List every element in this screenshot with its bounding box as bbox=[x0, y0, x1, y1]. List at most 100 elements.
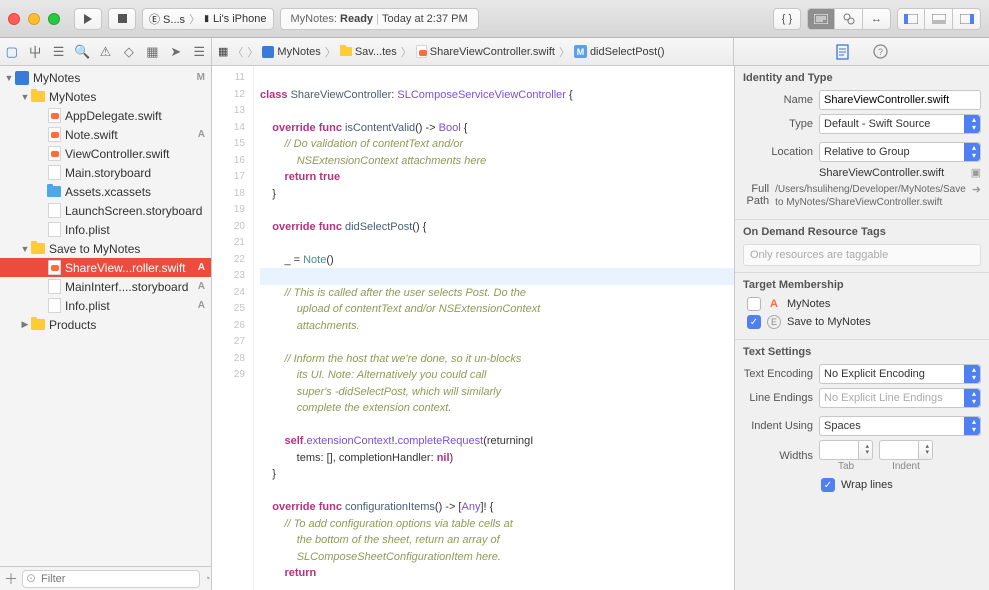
source-editor[interactable]: 11121314151617181920212223242526272829 c… bbox=[212, 66, 734, 590]
tree-row-appdelegate-swift[interactable]: AppDelegate.swift bbox=[0, 106, 211, 125]
tree-row-products[interactable]: ▶Products bbox=[0, 315, 211, 334]
related-items-icon[interactable]: ▦ bbox=[218, 45, 228, 58]
code-area[interactable]: class ShareViewController: SLComposeServ… bbox=[254, 66, 734, 590]
tree-row-mynotes[interactable]: ▼MyNotesM bbox=[0, 68, 211, 87]
line-endings-label: Line Endings bbox=[743, 392, 813, 404]
tree-row-info-plist[interactable]: Info.plistA bbox=[0, 296, 211, 315]
close-window-button[interactable] bbox=[8, 13, 20, 25]
target-membership-header: Target Membership bbox=[743, 279, 981, 291]
name-field[interactable] bbox=[819, 90, 981, 110]
odr-header: On Demand Resource Tags bbox=[743, 226, 981, 238]
tree-row-viewcontroller-swift[interactable]: ViewController.swift bbox=[0, 144, 211, 163]
minimize-window-button[interactable] bbox=[28, 13, 40, 25]
forward-icon[interactable]: 〉 bbox=[247, 44, 258, 60]
tree-row-save-to-mynotes[interactable]: ▼Save to MyNotes bbox=[0, 239, 211, 258]
inspector-panel: Identity and Type Name Type Default - Sw… bbox=[734, 66, 989, 590]
version-editor-button[interactable]: ↔ bbox=[863, 8, 891, 30]
zoom-window-button[interactable] bbox=[48, 13, 60, 25]
main-area: ▼MyNotesM▼MyNotesAppDelegate.swiftNote.s… bbox=[0, 66, 989, 590]
target2-checkbox[interactable]: ✓ bbox=[747, 315, 761, 329]
tree-row-shareview-roller-swift[interactable]: ShareView...roller.swiftA bbox=[0, 258, 211, 277]
find-nav-icon[interactable]: 🔍 bbox=[70, 44, 93, 60]
debug-nav-icon[interactable]: ▦ bbox=[141, 44, 164, 60]
indent-using-label: Indent Using bbox=[743, 420, 813, 432]
text-settings-header: Text Settings bbox=[743, 346, 981, 358]
filter-recent-icon[interactable]: ◔ bbox=[204, 573, 211, 585]
app-target-icon: A bbox=[767, 297, 781, 311]
standard-editor-button[interactable] bbox=[807, 8, 835, 30]
tree-row-assets-xcassets[interactable]: Assets.xcassets bbox=[0, 182, 211, 201]
navigator-footer: ＋ ◔ ▣ bbox=[0, 566, 211, 590]
fullpath-label: Full Path bbox=[743, 183, 769, 207]
widths-label: Widths bbox=[743, 450, 813, 462]
line-gutter: 11121314151617181920212223242526272829 bbox=[212, 66, 254, 590]
type-select[interactable]: Default - Swift Source▴▾ bbox=[819, 114, 981, 134]
location-label: Location bbox=[743, 146, 813, 158]
indent-caption: Indent bbox=[892, 461, 920, 472]
report-nav-icon[interactable]: ☰ bbox=[188, 44, 211, 60]
breadcrumb-file: ShareViewController.swift bbox=[416, 45, 555, 58]
issue-nav-icon[interactable]: ⚠ bbox=[94, 44, 117, 60]
project-navigator: ▼MyNotesM▼MyNotesAppDelegate.swiftNote.s… bbox=[0, 66, 212, 590]
tab-caption: Tab bbox=[838, 461, 854, 472]
tab-width-stepper[interactable]: 4▴▾ bbox=[819, 440, 873, 460]
tree-row-launchscreen-storyboard[interactable]: LaunchScreen.storyboard bbox=[0, 201, 211, 220]
breadcrumb-symbol: MdidSelectPost() bbox=[574, 45, 665, 58]
titlebar: Ⓔ S...s〉▮Li's iPhone MyNotes: Ready | To… bbox=[0, 0, 989, 38]
scheme-selector[interactable]: Ⓔ S...s〉▮Li's iPhone bbox=[142, 8, 274, 30]
file-inspector-icon[interactable] bbox=[836, 44, 849, 60]
test-nav-icon[interactable]: ◇ bbox=[117, 44, 140, 60]
run-button[interactable] bbox=[74, 8, 102, 30]
add-button[interactable]: ＋ bbox=[4, 569, 18, 589]
file-tree[interactable]: ▼MyNotesM▼MyNotesAppDelegate.swiftNote.s… bbox=[0, 66, 211, 566]
toggle-navigator-button[interactable] bbox=[897, 8, 925, 30]
tree-row-info-plist[interactable]: Info.plist bbox=[0, 220, 211, 239]
extension-target-icon: E bbox=[767, 315, 781, 329]
source-control-nav-icon[interactable]: ⼬ bbox=[23, 42, 46, 61]
target1-label: MyNotes bbox=[787, 298, 830, 310]
editor-mode-group: ↔ bbox=[807, 8, 891, 30]
tree-row-note-swift[interactable]: Note.swiftA bbox=[0, 125, 211, 144]
indent-width-stepper[interactable]: 4▴▾ bbox=[879, 440, 933, 460]
location-folder-icon[interactable]: ▣ bbox=[971, 166, 981, 179]
reveal-in-finder-icon[interactable]: ➜ bbox=[972, 183, 981, 196]
encoding-label: Text Encoding bbox=[743, 368, 813, 380]
fullpath-value: /Users/hsuliheng/Developer/MyNotes/Save … bbox=[775, 183, 966, 209]
toggle-debug-button[interactable] bbox=[925, 8, 953, 30]
activity-status: MyNotes: Ready | Today at 2:37 PM bbox=[280, 8, 479, 30]
target2-label: Save to MyNotes bbox=[787, 316, 871, 328]
indent-using-select[interactable]: Spaces▴▾ bbox=[819, 416, 981, 436]
breakpoint-nav-icon[interactable]: ➤ bbox=[164, 44, 187, 60]
project-nav-icon[interactable]: ▢ bbox=[0, 44, 23, 60]
filter-input[interactable] bbox=[22, 570, 200, 588]
breadcrumb-folder: Sav...tes bbox=[340, 46, 397, 58]
window-traffic-lights bbox=[8, 13, 60, 25]
editor-options-button[interactable]: { } bbox=[773, 8, 801, 30]
tree-row-mynotes[interactable]: ▼MyNotes bbox=[0, 87, 211, 106]
wrap-lines-checkbox[interactable]: ✓ bbox=[821, 478, 835, 492]
device-label: Li's iPhone bbox=[213, 13, 266, 25]
tree-row-main-storyboard[interactable]: Main.storyboard bbox=[0, 163, 211, 182]
jump-bar[interactable]: ▦ 〈 〉 MyNotes〉 Sav...tes〉 ShareViewContr… bbox=[212, 38, 734, 65]
svg-text:?: ? bbox=[877, 47, 882, 57]
type-label: Type bbox=[743, 118, 813, 130]
toggle-inspector-button[interactable] bbox=[953, 8, 981, 30]
panel-toggle-group bbox=[897, 8, 981, 30]
secondary-bar: ▢ ⼬ ☰ 🔍 ⚠ ◇ ▦ ➤ ☰ ▦ 〈 〉 MyNotes〉 Sav...t… bbox=[0, 38, 989, 66]
encoding-select[interactable]: No Explicit Encoding▴▾ bbox=[819, 364, 981, 384]
scheme-label: Ⓔ S...s bbox=[149, 11, 185, 27]
navigator-selector: ▢ ⼬ ☰ 🔍 ⚠ ◇ ▦ ➤ ☰ bbox=[0, 38, 212, 65]
odr-tag-field: Only resources are taggable bbox=[743, 244, 981, 266]
line-endings-select[interactable]: No Explicit Line Endings▴▾ bbox=[819, 388, 981, 408]
wrap-lines-label: Wrap lines bbox=[841, 479, 893, 491]
stop-button[interactable] bbox=[108, 8, 136, 30]
target1-checkbox[interactable] bbox=[747, 297, 761, 311]
assistant-editor-button[interactable] bbox=[835, 8, 863, 30]
symbol-nav-icon[interactable]: ☰ bbox=[47, 44, 70, 60]
identity-header: Identity and Type bbox=[743, 72, 981, 84]
tree-row-maininterf-storyboard[interactable]: MainInterf....storyboardA bbox=[0, 277, 211, 296]
quick-help-icon[interactable]: ? bbox=[873, 44, 888, 59]
name-label: Name bbox=[743, 94, 813, 106]
location-select[interactable]: Relative to Group▴▾ bbox=[819, 142, 981, 162]
back-icon[interactable]: 〈 bbox=[232, 44, 243, 60]
